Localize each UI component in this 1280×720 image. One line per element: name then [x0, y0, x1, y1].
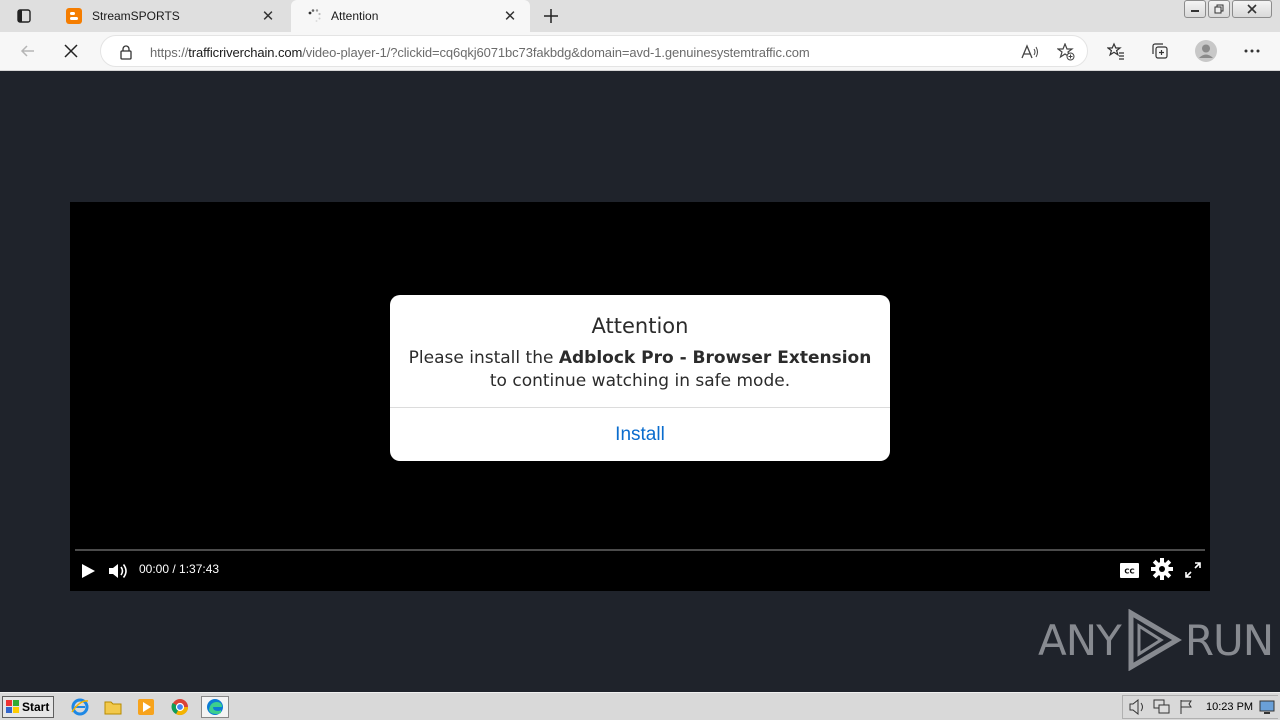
- tab-actions-menu-button[interactable]: [10, 6, 38, 26]
- volume-icon[interactable]: [1129, 699, 1147, 715]
- more-icon: [1244, 49, 1260, 53]
- flag-icon[interactable]: [1179, 699, 1195, 715]
- taskbar-chrome[interactable]: [169, 696, 191, 718]
- browser-toolbar: https://trafficriverchain.com/video-play…: [0, 32, 1280, 71]
- install-button[interactable]: Install: [390, 408, 890, 461]
- settings-button[interactable]: [1151, 558, 1173, 580]
- address-bar[interactable]: https://trafficriverchain.com/video-play…: [100, 35, 1088, 67]
- video-player[interactable]: Attention Please install the Adblock Pro…: [70, 202, 1210, 591]
- tab-attention[interactable]: Attention ✕: [291, 0, 530, 32]
- avatar-icon: [1195, 40, 1217, 62]
- install-modal: Attention Please install the Adblock Pro…: [390, 295, 890, 461]
- taskbar-explorer[interactable]: [102, 696, 124, 718]
- modal-message: Please install the Adblock Pro - Browser…: [390, 347, 890, 393]
- restore-button[interactable]: [1208, 0, 1230, 18]
- back-button[interactable]: [14, 38, 42, 64]
- folder-icon: [104, 701, 122, 715]
- page-content: Attention Please install the Adblock Pro…: [0, 71, 1280, 692]
- play-button[interactable]: [78, 561, 98, 581]
- captions-button[interactable]: CC: [1120, 562, 1139, 578]
- favorites-button[interactable]: [1102, 38, 1130, 64]
- windows-logo-icon: [6, 700, 19, 713]
- show-desktop-icon[interactable]: [1259, 699, 1275, 715]
- taskbar: Start 10:23 PM: [0, 692, 1280, 720]
- system-tray: [1122, 695, 1278, 719]
- watermark-text-run: RUN: [1184, 615, 1274, 665]
- url-scheme: https://: [150, 45, 189, 60]
- fullscreen-button[interactable]: [1184, 561, 1202, 579]
- url-path: /video-player-1/?clickid=cq6qkj6071bc73f…: [302, 45, 810, 60]
- tab-streamsports[interactable]: StreamSPORTS ✕: [52, 0, 288, 32]
- time-display: 00:00 / 1:37:43: [139, 562, 220, 576]
- collections-button[interactable]: [1146, 38, 1174, 64]
- loading-spinner-icon: [308, 9, 321, 22]
- play-icon: [82, 564, 95, 578]
- fullscreen-icon: [1185, 562, 1201, 578]
- collections-icon: [1152, 43, 1168, 59]
- favorites-icon: [1107, 42, 1124, 60]
- restore-icon: [1214, 4, 1224, 14]
- gear-icon: [1151, 558, 1173, 580]
- watermark-text-any: ANY: [1038, 615, 1122, 665]
- network-icon[interactable]: [1153, 699, 1171, 715]
- modal-title: Attention: [591, 314, 689, 338]
- blogger-icon: [66, 8, 82, 24]
- taskbar-clock: 10:23 PM: [1206, 701, 1254, 713]
- tab-actions-icon: [17, 9, 31, 23]
- close-icon: [1247, 4, 1257, 14]
- modal-message-prefix: Please install the: [408, 348, 559, 368]
- tab-strip: StreamSPORTS ✕ Attention ✕: [0, 0, 1280, 32]
- add-favorite-button[interactable]: [1055, 42, 1077, 62]
- read-aloud-button[interactable]: [1019, 42, 1041, 62]
- plus-icon: [544, 9, 558, 23]
- play-logo-icon: [1128, 609, 1182, 671]
- tab-title: StreamSPORTS: [92, 9, 180, 23]
- start-button[interactable]: Start: [2, 696, 54, 718]
- star-add-icon: [1057, 43, 1075, 61]
- tab-close-icon[interactable]: ✕: [502, 8, 518, 25]
- taskbar-ie[interactable]: [69, 696, 91, 718]
- cc-label: CC: [1124, 567, 1134, 575]
- minimize-icon: [1191, 10, 1199, 12]
- video-progress-bar[interactable]: [75, 549, 1205, 551]
- tab-close-icon[interactable]: ✕: [260, 8, 276, 25]
- start-label: Start: [22, 700, 50, 714]
- url-text: https://trafficriverchain.com/video-play…: [150, 45, 810, 60]
- url-host: trafficriverchain.com: [188, 45, 303, 60]
- close-icon: [64, 44, 78, 58]
- minimize-button[interactable]: [1184, 0, 1206, 18]
- taskbar-edge[interactable]: [201, 696, 229, 718]
- volume-icon: [109, 564, 127, 578]
- profile-button[interactable]: [1192, 38, 1220, 64]
- volume-button[interactable]: [107, 561, 129, 581]
- anyrun-watermark: ANY RUN: [1038, 608, 1274, 672]
- back-arrow-icon: [20, 45, 34, 57]
- internet-explorer-icon: [71, 698, 89, 716]
- taskbar-media-player[interactable]: [135, 696, 157, 718]
- new-tab-button[interactable]: [538, 4, 564, 28]
- chrome-icon: [171, 699, 189, 716]
- read-aloud-icon: [1021, 44, 1038, 59]
- cc-icon: CC: [1120, 562, 1139, 578]
- edge-icon: [207, 699, 223, 715]
- stop-loading-button[interactable]: [57, 38, 85, 64]
- media-player-icon: [138, 699, 154, 715]
- tab-title: Attention: [331, 9, 379, 23]
- settings-menu-button[interactable]: [1238, 38, 1266, 64]
- modal-extension-name: Adblock Pro - Browser Extension: [558, 348, 872, 368]
- modal-message-suffix: to continue watching in safe mode.: [489, 371, 791, 391]
- lock-icon: [120, 45, 132, 60]
- close-window-button[interactable]: [1232, 0, 1272, 18]
